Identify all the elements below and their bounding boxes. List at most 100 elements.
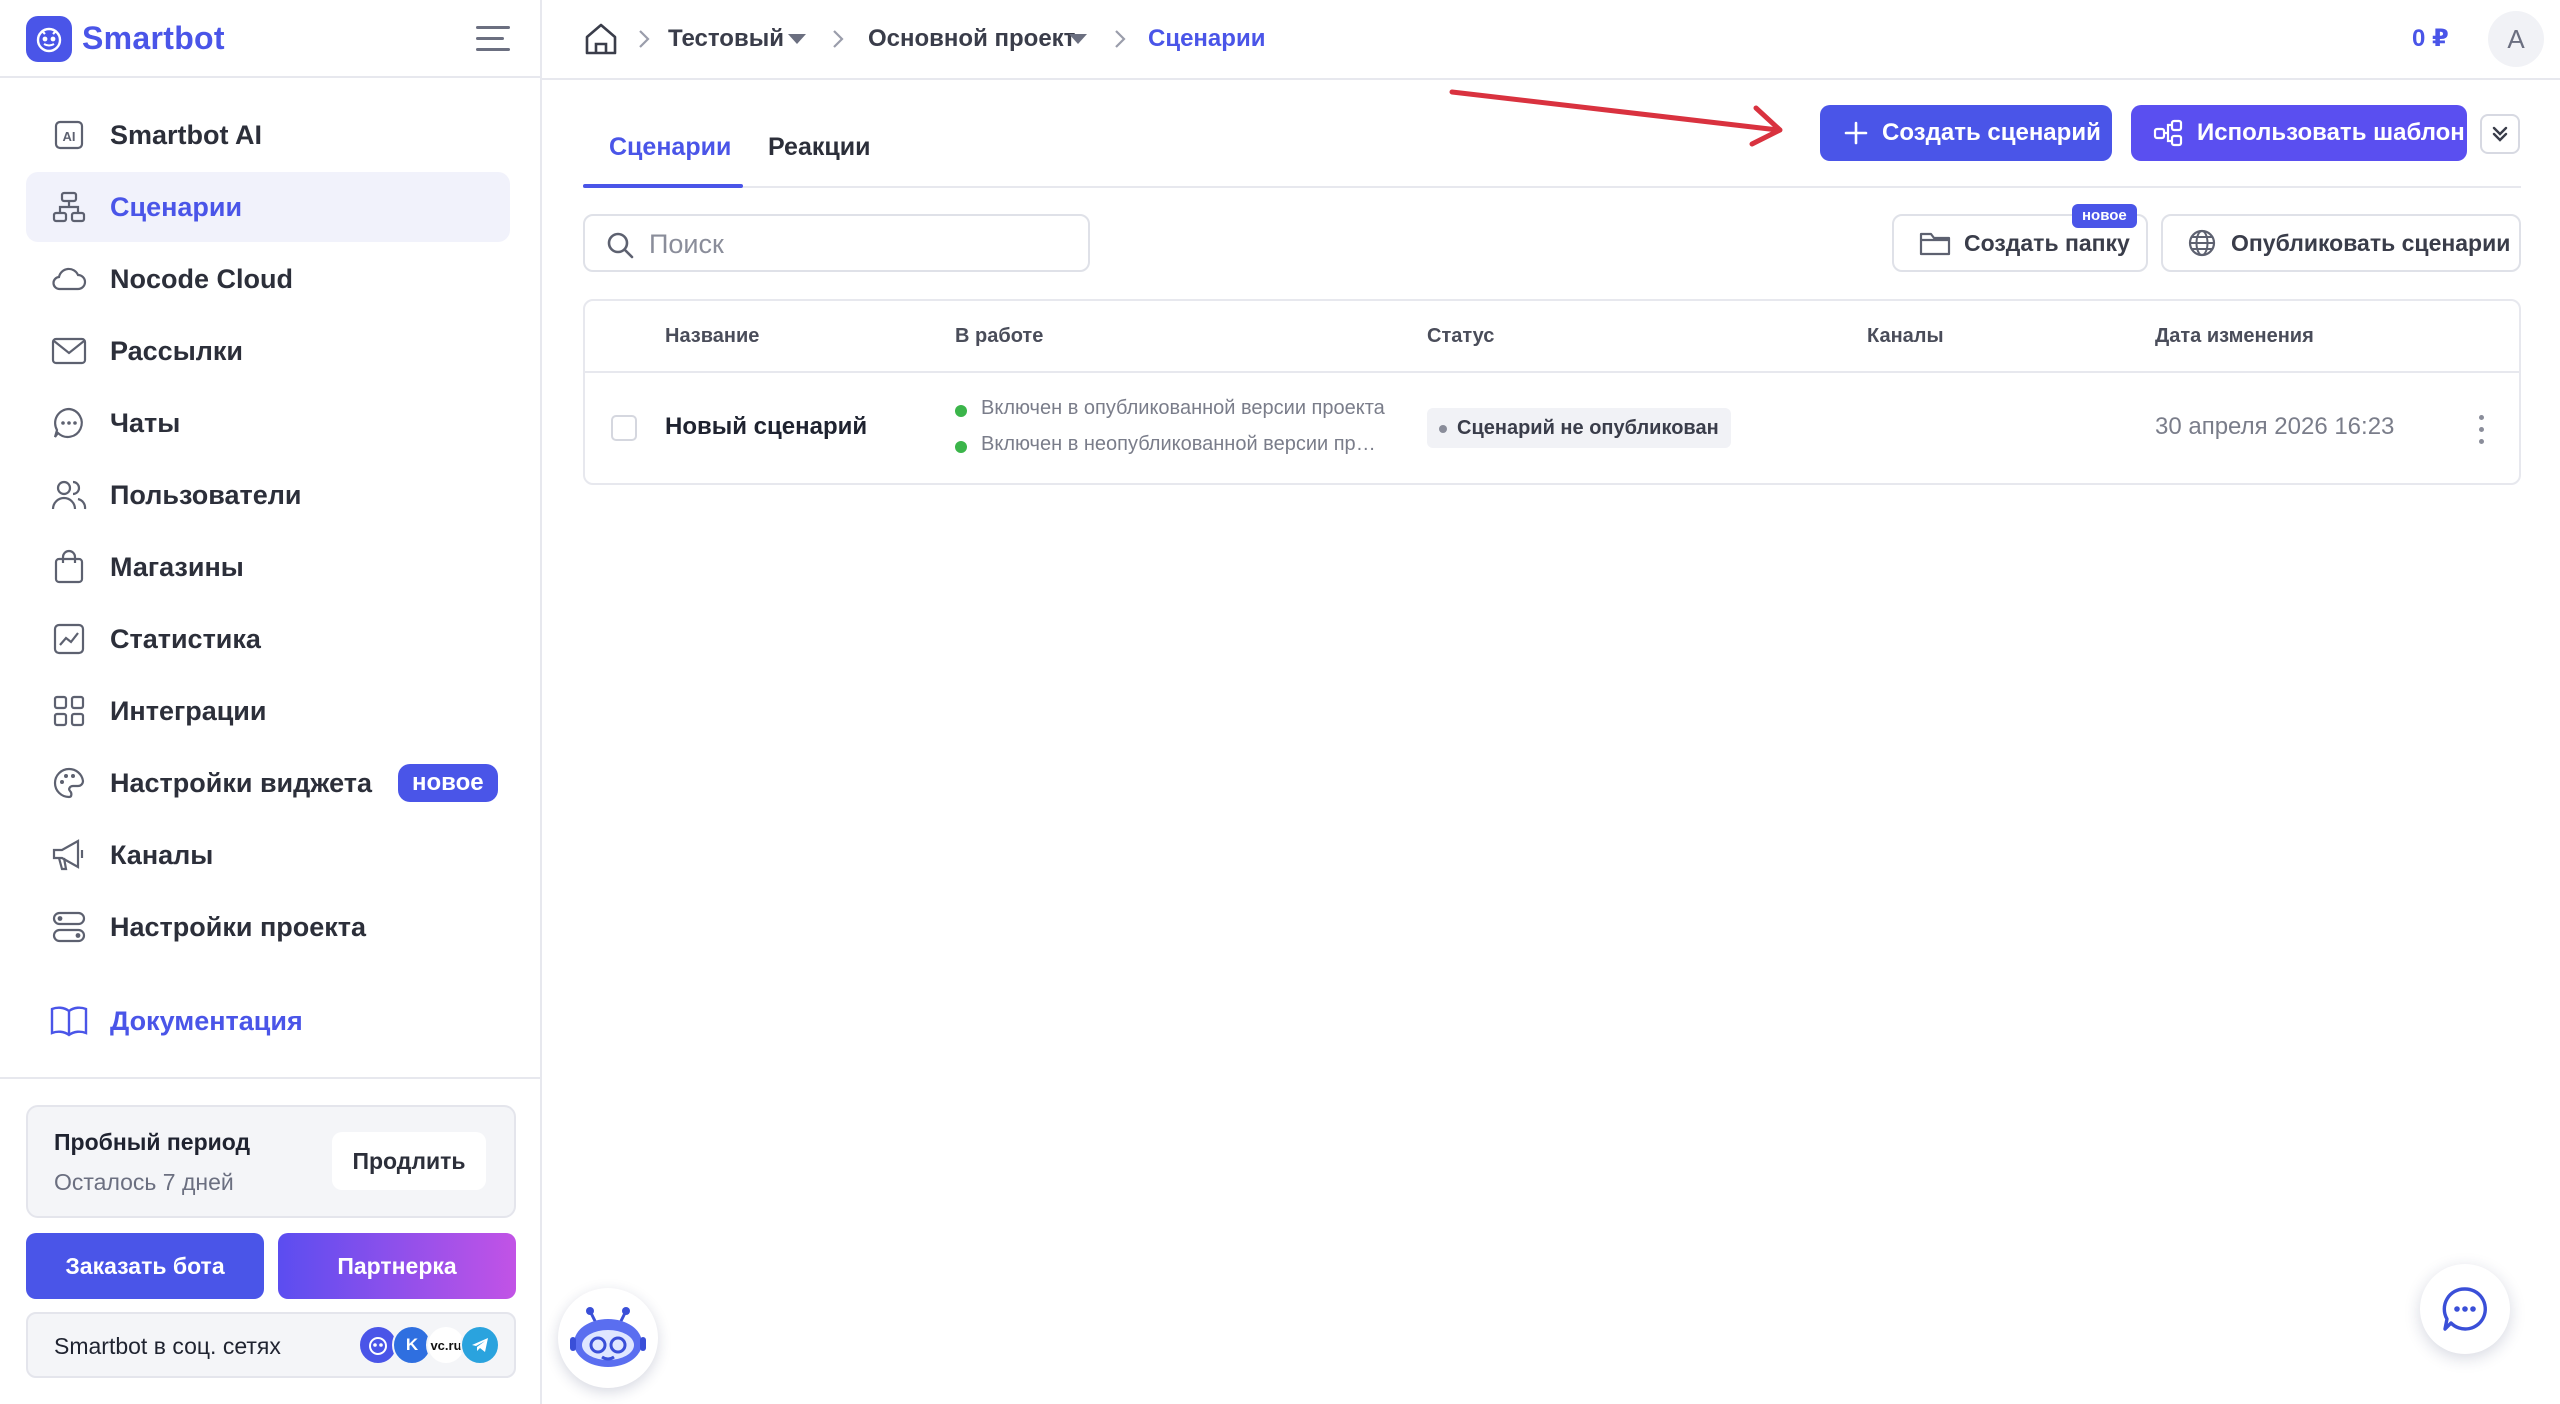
status-dot — [955, 405, 967, 417]
social-icons: K vc.ru — [358, 1324, 500, 1366]
chart-icon — [50, 620, 88, 658]
create-scenario-button[interactable]: Создать сценарий — [1820, 105, 2112, 161]
sidebar-item-scenarios[interactable]: Сценарии — [26, 172, 510, 242]
sidebar-item-nocode-cloud[interactable]: Nocode Cloud — [26, 244, 510, 314]
sidebar-item-label: Статистика — [110, 623, 261, 654]
tab-reactions[interactable]: Реакции — [768, 132, 870, 162]
chat-icon — [50, 404, 88, 442]
partner-button[interactable]: Партнерка — [278, 1233, 516, 1299]
menu-toggle-icon[interactable] — [476, 24, 516, 54]
svg-text:AI: AI — [63, 129, 76, 144]
social-label: Smartbot в соц. сетях — [54, 1333, 281, 1359]
sidebar-item-channels[interactable]: Каналы — [26, 820, 510, 890]
status-badge: Сценарий не опубликован — [1427, 408, 1731, 448]
sidebar-nav: AI Smartbot AI Сценарии Nocode Cloud Рас… — [26, 100, 510, 964]
column-header-channels[interactable]: Каналы — [1867, 325, 1944, 348]
chevron-right-icon — [1115, 30, 1126, 48]
bag-icon — [50, 548, 88, 586]
publish-scenarios-label: Опубликовать сценарии — [2231, 229, 2511, 256]
table-row[interactable]: Новый сценарий Включен в опубликованной … — [585, 373, 2519, 485]
sidebar-item-widget-settings[interactable]: Настройки виджета новое — [26, 748, 510, 818]
support-chat-button[interactable] — [2420, 1264, 2510, 1354]
balance[interactable]: 0 ₽ — [2412, 24, 2449, 53]
sidebar-item-integrations[interactable]: Интеграции — [26, 676, 510, 746]
app-name[interactable]: Smartbot — [82, 16, 225, 60]
search-input[interactable] — [649, 226, 1069, 262]
sidebar-item-documentation[interactable]: Документация — [26, 986, 510, 1056]
chevron-right-icon — [833, 30, 844, 48]
use-template-label: Использовать шаблон — [2197, 119, 2465, 146]
sidebar-item-label: Интеграции — [110, 695, 267, 726]
plus-icon — [1844, 121, 1868, 145]
chat-bubble-icon — [2442, 1287, 2487, 1331]
mail-icon — [50, 332, 88, 370]
breadcrumb-current[interactable]: Сценарии — [1148, 24, 1265, 54]
row-checkbox[interactable] — [611, 415, 637, 441]
sidebar-item-users[interactable]: Пользователи — [26, 460, 510, 530]
create-scenario-label: Создать сценарий — [1882, 119, 2101, 146]
sidebar-item-mailings[interactable]: Рассылки — [26, 316, 510, 386]
topbar: Тестовый Основной проект Сценарии 0 ₽ A — [542, 0, 2560, 80]
palette-icon — [50, 764, 88, 802]
robot-assistant-button[interactable] — [558, 1288, 658, 1388]
trial-card: Пробный период Осталось 7 дней Продлить — [26, 1105, 516, 1218]
status-text: Сценарий не опубликован — [1457, 417, 1719, 439]
sidebar-item-label: Smartbot AI — [110, 119, 263, 150]
create-folder-label: Создать папку — [1964, 229, 2130, 256]
chevron-down-icon[interactable] — [788, 34, 806, 44]
sidebar-item-label: Документация — [110, 1005, 303, 1036]
sidebar: Smartbot AI Smartbot AI Сценарии Nocode … — [0, 0, 542, 1404]
sidebar-item-label: Настройки виджета — [110, 767, 372, 798]
book-icon — [50, 1002, 88, 1040]
scenario-name[interactable]: Новый сценарий — [665, 413, 867, 441]
breadcrumb-workspace[interactable]: Тестовый — [668, 24, 784, 54]
chevron-down-icon[interactable] — [1069, 34, 1087, 44]
chevron-right-icon — [639, 30, 650, 48]
extend-button[interactable]: Продлить — [332, 1132, 486, 1190]
globe-icon — [2188, 229, 2216, 257]
home-icon[interactable] — [582, 20, 620, 58]
sidebar-item-project-settings[interactable]: Настройки проекта — [26, 892, 510, 962]
tab-scenarios[interactable]: Сценарии — [609, 132, 731, 162]
use-template-button[interactable]: Использовать шаблон — [2131, 105, 2467, 161]
expand-more-button[interactable] — [2480, 114, 2520, 154]
ai-icon: AI — [50, 116, 88, 154]
column-header-status[interactable]: Статус — [1427, 325, 1494, 348]
sidebar-item-statistics[interactable]: Статистика — [26, 604, 510, 674]
order-bot-button[interactable]: Заказать бота — [26, 1233, 264, 1299]
smartbot-logo-icon[interactable] — [26, 16, 72, 62]
sidebar-item-label: Nocode Cloud — [110, 263, 293, 294]
settings-icon — [50, 908, 88, 946]
column-header-date[interactable]: Дата изменения — [2155, 325, 2314, 348]
sidebar-item-label: Чаты — [110, 407, 181, 438]
publish-scenarios-button[interactable]: Опубликовать сценарии — [2161, 214, 2521, 272]
sidebar-item-label: Магазины — [110, 551, 244, 582]
sidebar-item-label: Рассылки — [110, 335, 244, 366]
sidebar-item-chats[interactable]: Чаты — [26, 388, 510, 458]
trial-title: Пробный период — [54, 1129, 251, 1155]
column-header-in-work[interactable]: В работе — [955, 325, 1043, 348]
grid-icon — [50, 692, 88, 730]
new-badge: новое — [2072, 204, 2137, 228]
status-dot — [955, 441, 967, 453]
annotation-arrow-icon — [1449, 89, 1783, 147]
search-field[interactable] — [583, 214, 1090, 272]
folder-icon — [1919, 232, 1951, 256]
status-dot — [1439, 425, 1447, 433]
column-header-name[interactable]: Название — [665, 325, 759, 348]
social-card: Smartbot в соц. сетях K vc.ru — [26, 1312, 516, 1378]
sidebar-item-label: Сценарии — [110, 191, 243, 222]
sidebar-item-shops[interactable]: Магазины — [26, 532, 510, 602]
breadcrumb-project[interactable]: Основной проект — [868, 24, 1075, 54]
modified-date: 30 апреля 2026 16:23 — [2155, 413, 2395, 440]
active-tab-indicator — [583, 184, 743, 188]
tabs-divider — [583, 186, 2521, 188]
work-status-unpublished: Включен в неопубликованной версии проект… — [981, 433, 1385, 455]
sidebar-item-smartbot-ai[interactable]: AI Smartbot AI — [26, 100, 510, 170]
search-icon — [607, 232, 634, 259]
sidebar-item-label: Пользователи — [110, 479, 302, 510]
more-options-icon[interactable] — [2471, 407, 2491, 451]
avatar[interactable]: A — [2488, 11, 2544, 67]
cloud-icon — [50, 260, 88, 298]
telegram-icon[interactable] — [460, 1325, 500, 1365]
